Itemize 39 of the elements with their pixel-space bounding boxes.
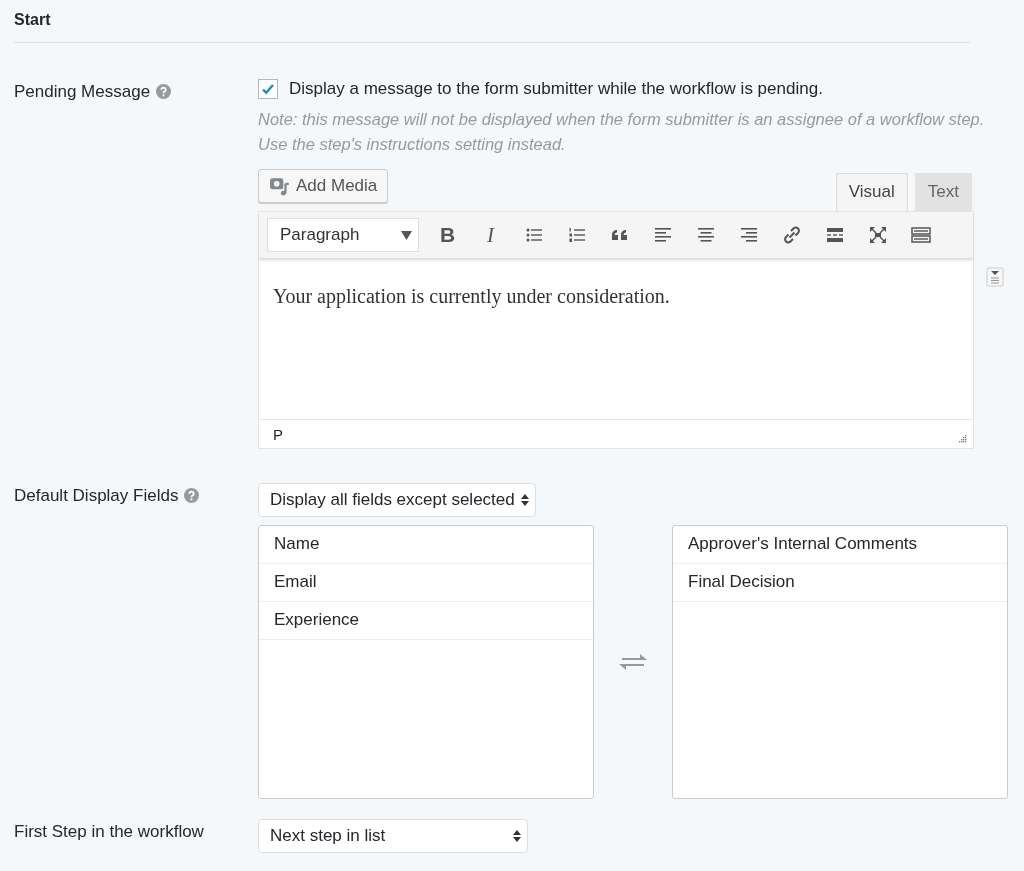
note-text: Note: this message will not be displayed when the form submitter is an assignee of a workflow step. Use the step's instructions setting instead.: [258, 109, 986, 155]
help-icon[interactable]: [184, 488, 200, 503]
editor-tab[interactable]: Text: [914, 173, 972, 211]
italic-button[interactable]: I: [470, 218, 511, 252]
resize-handle-icon[interactable]: [957, 433, 967, 443]
field-list-item[interactable]: Final Decision: [673, 564, 1007, 602]
element-path: P: [273, 426, 283, 443]
align-right-icon: [738, 225, 759, 245]
more-icon: [824, 225, 845, 245]
field-list-item[interactable]: Email: [259, 564, 593, 602]
caret-icon: [401, 230, 412, 240]
first-step-select[interactable]: Next step in list: [258, 819, 528, 853]
editor-text-area[interactable]: Your application is currently under consideration.: [259, 285, 973, 419]
updown-arrows-icon: [513, 830, 521, 842]
editor-tab[interactable]: Visual: [835, 173, 908, 211]
document-icon[interactable]: [986, 267, 1004, 287]
field-label: Pending Message: [14, 82, 151, 102]
swap-arrows-icon[interactable]: [618, 652, 648, 672]
field-list-item[interactable]: Experience: [259, 602, 593, 640]
bold-button[interactable]: B: [427, 218, 468, 252]
field-list-item[interactable]: Name: [259, 526, 593, 564]
add-media-button[interactable]: Add Media: [258, 169, 389, 203]
format-dropdown[interactable]: Paragraph: [267, 218, 419, 252]
checkbox-label: Display a message to the form submitter while the workflow is pending.: [289, 79, 823, 99]
editor-content: Your application is currently under consideration.: [273, 285, 671, 308]
field-label: Default Display Fields: [14, 486, 179, 506]
display-mode-select[interactable]: Display all fields except selected: [258, 483, 536, 517]
align-center-icon: [695, 225, 716, 245]
keyboard-icon: [910, 225, 931, 245]
camera-music-icon: [269, 175, 291, 197]
link-icon: [781, 225, 802, 245]
updown-arrows-icon: [520, 494, 529, 506]
field-label: First Step in the workflow: [14, 822, 204, 842]
section-title: Start: [14, 11, 51, 28]
field-list-item[interactable]: Approver's Internal Comments: [673, 526, 1007, 564]
align-left-icon: [652, 225, 673, 245]
help-icon[interactable]: [156, 84, 172, 99]
fullscreen-icon: [867, 225, 888, 245]
checkbox[interactable]: [258, 79, 278, 99]
